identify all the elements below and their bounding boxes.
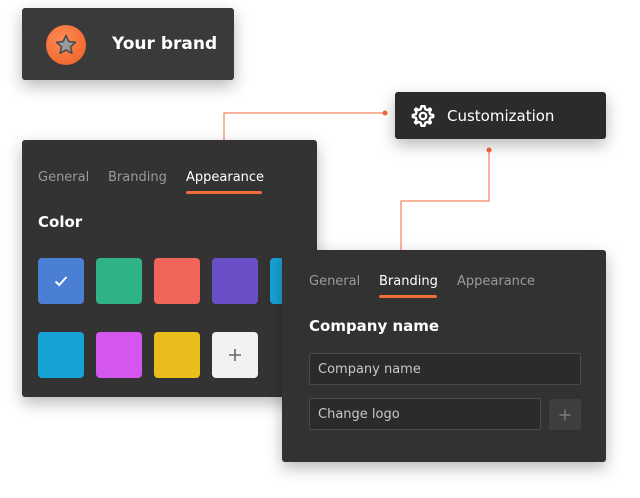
color-swatch-yellow[interactable] [154,332,200,378]
company-name-input[interactable]: Company name [309,353,581,385]
active-tab-indicator [379,295,437,298]
tab-appearance[interactable]: Appearance [457,274,535,289]
customization-label: Customization [447,107,555,125]
appearance-panel: General Branding Appearance Color [22,140,317,397]
color-swatch-green[interactable] [96,258,142,304]
tab-general[interactable]: General [38,170,89,185]
tab-branding[interactable]: Branding [379,274,438,289]
change-logo-input[interactable]: Change logo [309,398,541,430]
active-tab-indicator [186,191,262,194]
brand-card: Your brand [22,8,234,80]
add-logo-button[interactable] [549,399,581,430]
brand-name: Your brand [112,34,218,54]
color-swatch-coral[interactable] [154,258,200,304]
gear-icon [411,105,435,127]
color-swatch-magenta[interactable] [96,332,142,378]
color-swatch-sky[interactable] [38,332,84,378]
tab-branding[interactable]: Branding [108,170,167,185]
plus-icon [559,409,571,420]
company-name-title: Company name [309,317,440,335]
color-section-title: Color [38,213,83,231]
add-color-button[interactable] [212,332,258,378]
customization-card[interactable]: Customization [395,92,606,139]
company-name-placeholder: Company name [318,361,421,377]
change-logo-placeholder: Change logo [318,406,400,422]
tab-appearance[interactable]: Appearance [186,170,264,185]
color-swatch-blue[interactable] [38,258,84,304]
color-swatch-purple[interactable] [212,258,258,304]
plus-icon [229,349,241,361]
star-icon [46,25,86,65]
branding-panel: General Branding Appearance Company name… [282,250,606,462]
tab-general[interactable]: General [309,274,360,289]
check-icon [38,258,84,304]
